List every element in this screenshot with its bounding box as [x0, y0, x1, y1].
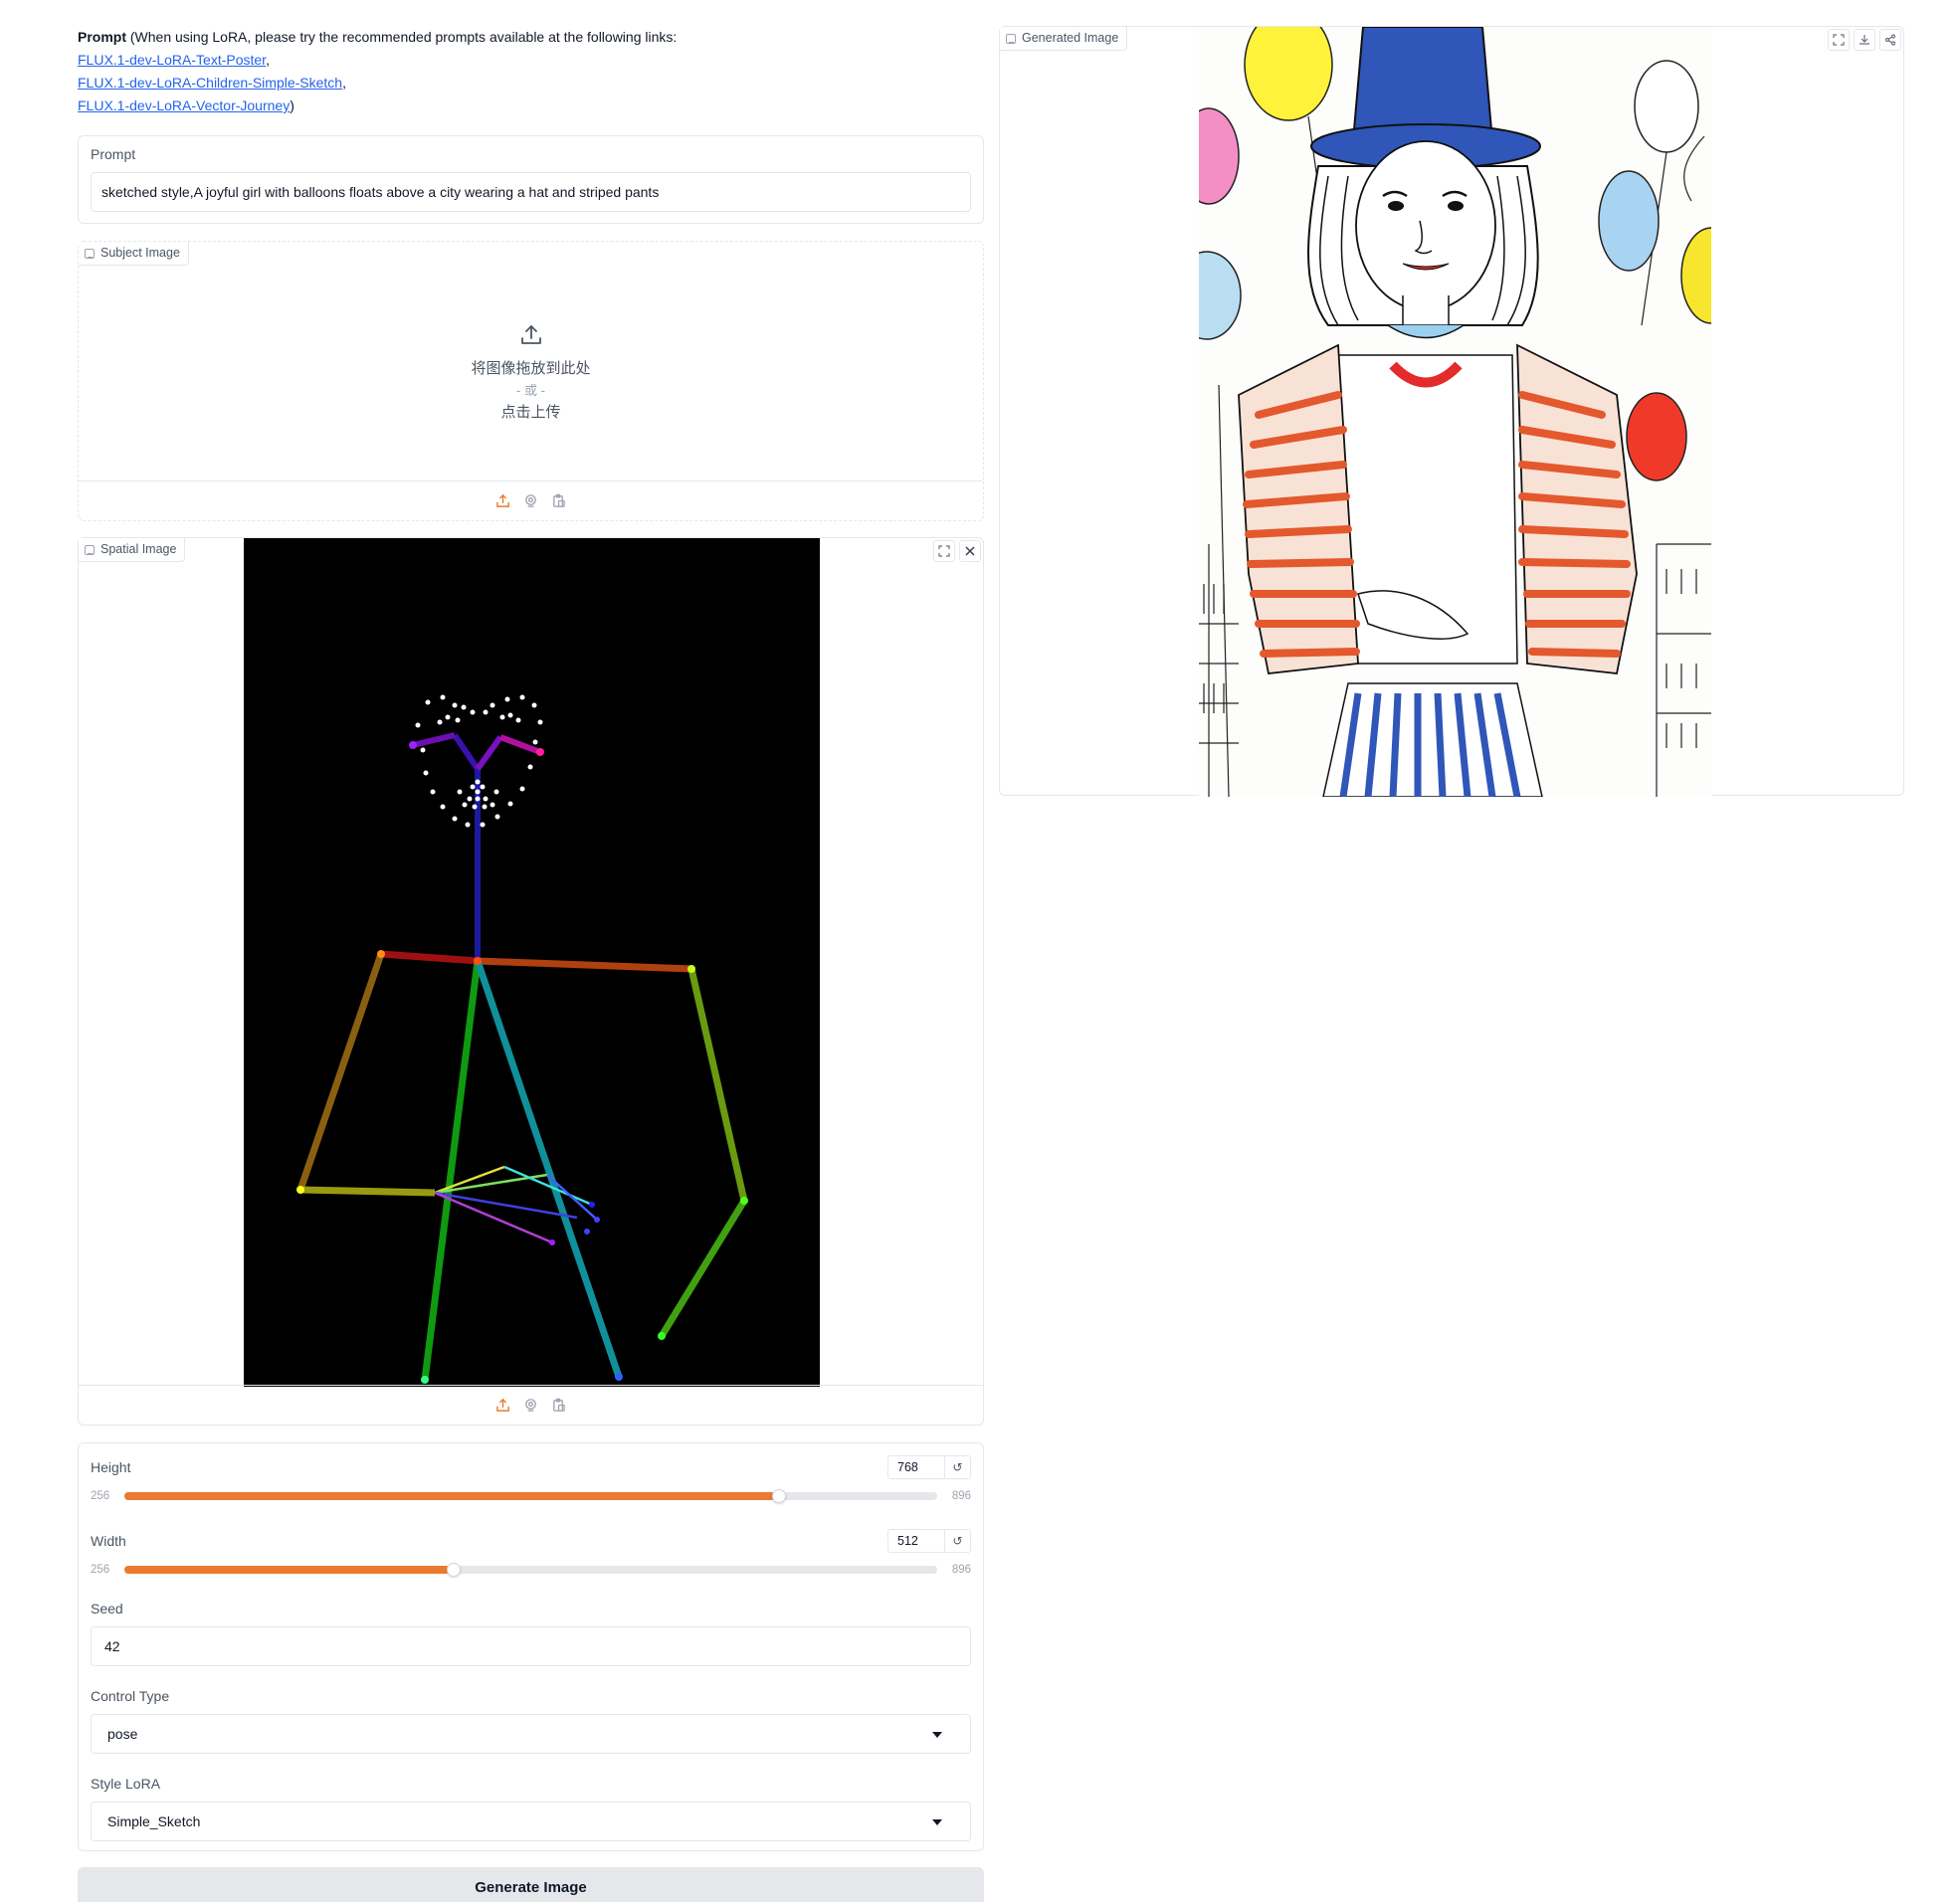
- spatial-image-controls: [931, 538, 983, 564]
- height-slider[interactable]: [124, 1489, 937, 1503]
- image-icon: [1006, 33, 1016, 44]
- image-icon: [85, 248, 95, 259]
- upload-source-icon[interactable]: [495, 1398, 511, 1414]
- spatial-image-label-tag: Spatial Image: [79, 538, 186, 562]
- drop-here-text: 将图像拖放到此处: [471, 360, 591, 377]
- width-slider[interactable]: [124, 1563, 937, 1577]
- reset-icon[interactable]: ↺: [945, 1455, 971, 1479]
- control-type-label: Control Type: [91, 1688, 170, 1704]
- generate-image-button[interactable]: Generate Image: [78, 1867, 984, 1902]
- spatial-source-bar: [79, 1385, 983, 1425]
- link-close-paren: ): [290, 97, 294, 113]
- instructions-note: (When using LoRA, please try the recomme…: [126, 29, 678, 45]
- width-max: 896: [951, 1564, 971, 1576]
- style-lora-select[interactable]: Simple_Sketch: [91, 1802, 971, 1841]
- width-header: Width 512 ↺: [91, 1529, 971, 1553]
- fullscreen-icon[interactable]: [933, 540, 955, 562]
- height-slider-thumb[interactable]: [771, 1489, 786, 1503]
- generated-image-panel: Generated Image: [999, 26, 1904, 797]
- style-lora-label: Style LoRA: [91, 1776, 161, 1792]
- width-min: 256: [91, 1564, 110, 1576]
- click-upload-text: 点击上传: [500, 404, 561, 421]
- generated-image-label-tag: Generated Image: [1000, 27, 1128, 51]
- width-number-input[interactable]: 512: [887, 1529, 945, 1553]
- width-slider-row: 256 896: [91, 1557, 971, 1583]
- clipboard-source-icon[interactable]: [551, 493, 567, 509]
- height-label: Height: [91, 1459, 131, 1475]
- left-column: Prompt (When using LoRA, please try the …: [78, 26, 984, 1902]
- prompt-label: Prompt: [91, 146, 136, 162]
- pose-skeleton-image: [244, 538, 820, 1387]
- generated-image-label: Generated Image: [1022, 31, 1119, 45]
- seed-input[interactable]: 42: [91, 1626, 971, 1666]
- instructions-title: Prompt: [78, 29, 126, 45]
- link-separator: ,: [342, 75, 346, 91]
- upload-source-icon[interactable]: [495, 493, 511, 509]
- image-icon: [85, 544, 95, 555]
- control-type-value: pose: [107, 1726, 138, 1742]
- height-header: Height 768 ↺: [91, 1455, 971, 1479]
- link-children-sketch[interactable]: FLUX.1-dev-LoRA-Children-Simple-Sketch: [78, 75, 342, 91]
- height-max: 896: [951, 1490, 971, 1502]
- style-lora-value: Simple_Sketch: [107, 1813, 201, 1829]
- width-slider-fill: [124, 1566, 450, 1574]
- generated-sketch-image: [1199, 27, 1711, 797]
- webcam-source-icon[interactable]: [523, 1398, 539, 1414]
- right-column: Generated Image: [999, 26, 1904, 797]
- prompt-instructions: Prompt (When using LoRA, please try the …: [78, 26, 984, 117]
- seed-label: Seed: [91, 1601, 123, 1617]
- height-min: 256: [91, 1490, 110, 1502]
- or-text: - 或 -: [516, 383, 545, 398]
- control-type-select[interactable]: pose: [91, 1714, 971, 1754]
- clipboard-source-icon[interactable]: [551, 1398, 567, 1414]
- width-label: Width: [91, 1533, 126, 1549]
- subject-image-panel: Subject Image 将图像拖放到此处 - 或 - 点击上传: [78, 241, 984, 521]
- caret-down-icon: [932, 1819, 942, 1825]
- link-separator: ,: [266, 52, 270, 68]
- spatial-image-label: Spatial Image: [100, 542, 177, 556]
- settings-panel: Height 768 ↺ 256 896 Width 512 ↺ 256 896…: [78, 1442, 984, 1851]
- fullscreen-icon[interactable]: [1828, 29, 1850, 51]
- upload-icon: [519, 323, 543, 347]
- webcam-source-icon[interactable]: [523, 493, 539, 509]
- subject-image-label-tag: Subject Image: [79, 242, 189, 266]
- spatial-image-panel: Spatial Image: [78, 537, 984, 1426]
- subject-source-bar: [79, 480, 983, 520]
- share-icon[interactable]: [1879, 29, 1901, 51]
- close-icon[interactable]: [959, 540, 981, 562]
- link-text-poster[interactable]: FLUX.1-dev-LoRA-Text-Poster: [78, 52, 266, 68]
- width-slider-thumb[interactable]: [446, 1563, 461, 1577]
- reset-icon[interactable]: ↺: [945, 1529, 971, 1553]
- prompt-panel: Prompt sketched style,A joyful girl with…: [78, 135, 984, 224]
- height-number-box: 768 ↺: [887, 1455, 971, 1479]
- generated-image-controls: [1826, 27, 1903, 53]
- height-slider-fill: [124, 1492, 775, 1500]
- height-number-input[interactable]: 768: [887, 1455, 945, 1479]
- download-icon[interactable]: [1854, 29, 1875, 51]
- subject-image-label: Subject Image: [100, 246, 180, 260]
- width-number-box: 512 ↺: [887, 1529, 971, 1553]
- height-slider-row: 256 896: [91, 1483, 971, 1509]
- subject-upload-dropzone[interactable]: 将图像拖放到此处 - 或 - 点击上传: [79, 242, 983, 480]
- caret-down-icon: [932, 1732, 942, 1738]
- prompt-textbox[interactable]: sketched style,A joyful girl with balloo…: [91, 172, 971, 212]
- link-vector-journey[interactable]: FLUX.1-dev-LoRA-Vector-Journey: [78, 97, 290, 113]
